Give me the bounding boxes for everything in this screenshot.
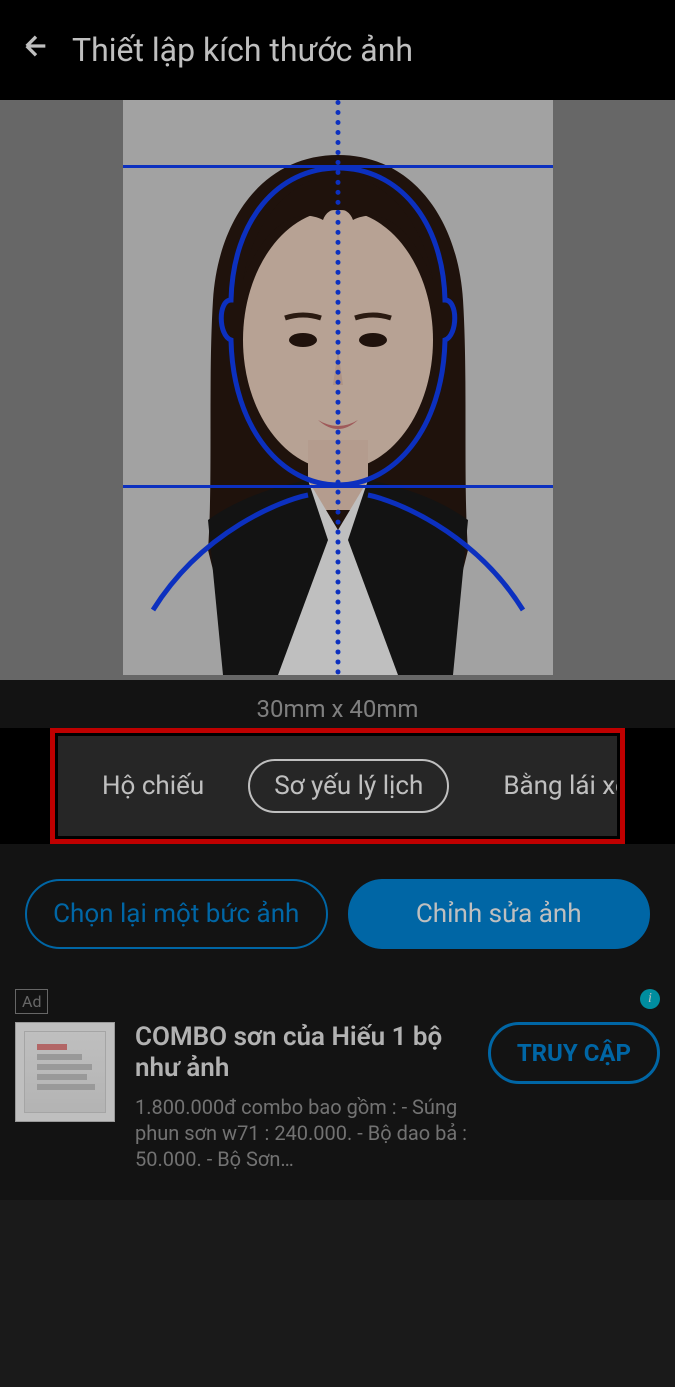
photo-frame[interactable] [123, 100, 553, 675]
back-icon[interactable] [20, 30, 52, 70]
category-highlight-box: Hộ chiếu Sơ yếu lý lịch Bằng lái xe T [50, 728, 625, 844]
category-passport[interactable]: Hộ chiếu [78, 761, 228, 811]
ad-title: COMBO sơn của Hiếu 1 bộ như ảnh [135, 1022, 468, 1084]
page-title: Thiết lập kích thước ảnh [72, 31, 413, 69]
photo-size-label: 30mm x 40mm [0, 680, 675, 728]
photo-preview-area [0, 100, 675, 680]
ad-cta-button[interactable]: TRUY CẬP [488, 1022, 660, 1084]
ad-thumbnail[interactable] [15, 1022, 115, 1122]
ad-description: 1.800.000đ combo bao gồm : - Súng phun s… [135, 1094, 468, 1172]
action-button-row: Chọn lại một bức ảnh Chỉnh sửa ảnh [0, 844, 675, 984]
ad-info-icon[interactable]: i [640, 989, 660, 1009]
ad-badge: Ad [15, 989, 48, 1014]
alignment-guides [123, 100, 553, 675]
category-license[interactable]: Bằng lái xe [479, 761, 617, 811]
head-outline-guide [123, 100, 553, 675]
reselect-photo-button[interactable]: Chọn lại một bức ảnh [25, 879, 328, 949]
category-resume[interactable]: Sơ yếu lý lịch [248, 759, 449, 813]
header: Thiết lập kích thước ảnh [0, 0, 675, 100]
edit-photo-button[interactable]: Chỉnh sửa ảnh [348, 879, 651, 949]
ad-banner: Ad i COMBO sơn của Hiếu 1 bộ như ảnh 1.8… [0, 984, 675, 1187]
category-bar[interactable]: Hộ chiếu Sơ yếu lý lịch Bằng lái xe T [58, 736, 617, 836]
